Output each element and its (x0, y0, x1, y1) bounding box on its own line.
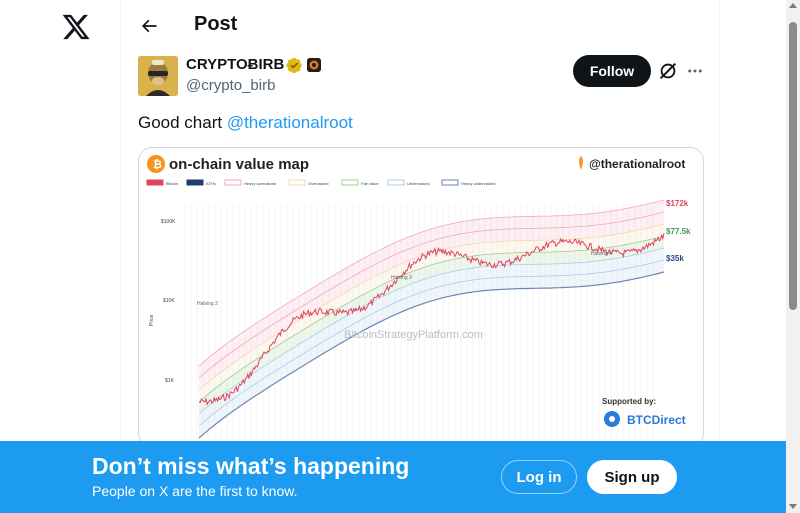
tweet-text: Good chart @therationalroot (138, 113, 353, 133)
chart-legend: Bitcoin ATHs Heavy overvalued Overvalued Fai… (146, 179, 495, 186)
legend-swatch (186, 179, 204, 186)
scroll-up-arrow-icon[interactable] (789, 3, 797, 8)
verified-badge-icon (286, 57, 302, 74)
legend-swatch (224, 179, 242, 186)
banner-title: Don’t miss what’s happening (92, 453, 410, 479)
tweet-body: Good chart (138, 113, 227, 132)
legend-label: Overvalued (308, 181, 328, 186)
legend-label: Heavy undervalued (461, 181, 495, 186)
grok-icon[interactable] (657, 60, 679, 82)
sponsor-name: BTCDirect (627, 413, 686, 427)
supported-by-label: Supported by: (602, 397, 656, 406)
signup-banner: Don’t miss what’s happening People on X … (0, 441, 786, 513)
signup-button[interactable]: Sign up (587, 460, 677, 494)
tweet-media-image[interactable]: ₿ on-chain value map @therationalroot Bi… (138, 147, 704, 447)
legend-label: Bitcoin (166, 181, 178, 186)
banner-subtitle: People on X are the first to know. (92, 483, 298, 499)
legend-label: Undervalued (407, 181, 430, 186)
on-chain-value-map-image: ₿ on-chain value map @therationalroot Bi… (139, 148, 703, 446)
author-handle[interactable]: @crypto_birb (186, 77, 275, 94)
y-tick-10k: $10K (163, 298, 175, 304)
y-axis-label: Price (149, 314, 155, 326)
price-label-35k: $35k (666, 254, 684, 263)
main-column: Post CRYPTOɃIRB @crypto_birb Follow Good… (120, 0, 720, 513)
ape-avatar-image (138, 56, 178, 96)
legend-label: ATHs (206, 181, 216, 186)
watermark: BitcoinStrategyPlatform.com (344, 329, 483, 341)
legend-swatch (288, 179, 306, 186)
page-scrollbar[interactable] (786, 0, 800, 513)
y-tick-100k: $100K (161, 219, 176, 225)
orange-logo-icon (307, 58, 321, 72)
legend-label: Fair value (361, 181, 379, 186)
legend-label: Heavy overvalued (244, 181, 276, 186)
more-horizontal-icon (688, 69, 702, 73)
scroll-thumb[interactable] (789, 22, 797, 310)
price-label-172k: $172k (666, 199, 689, 208)
login-button[interactable]: Log in (501, 460, 577, 494)
annotation-halving-2: Halving 2 (197, 301, 218, 307)
x-logo-icon[interactable] (61, 12, 91, 42)
follow-button[interactable]: Follow (573, 55, 651, 87)
legend-swatch (341, 179, 359, 186)
author-name[interactable]: CRYPTOɃIRB (186, 56, 284, 73)
legend-swatch (441, 179, 459, 186)
chart-credit: @therationalroot (589, 157, 685, 171)
chart-title: on-chain value map (169, 156, 309, 173)
page-title: Post (194, 13, 238, 35)
scroll-down-arrow-icon[interactable] (789, 504, 797, 509)
more-options-button[interactable] (684, 60, 706, 82)
avatar[interactable] (138, 56, 178, 96)
back-button[interactable] (135, 12, 163, 40)
legend-swatch (146, 179, 164, 186)
affiliate-badge-icon[interactable] (307, 58, 321, 72)
arrow-left-icon (141, 19, 157, 33)
y-tick-1k: $1K (165, 378, 175, 384)
legend-swatch (387, 179, 405, 186)
svg-text:₿: ₿ (153, 159, 162, 171)
top-bar: Post (121, 0, 721, 53)
mention-link[interactable]: @therationalroot (227, 113, 353, 132)
price-label-77k: $77.5k (666, 227, 691, 236)
left-nav (0, 0, 120, 513)
annotation-halving-3: Halving 3 (391, 275, 412, 281)
annotation-halving-4: Halving 4 (591, 251, 612, 257)
